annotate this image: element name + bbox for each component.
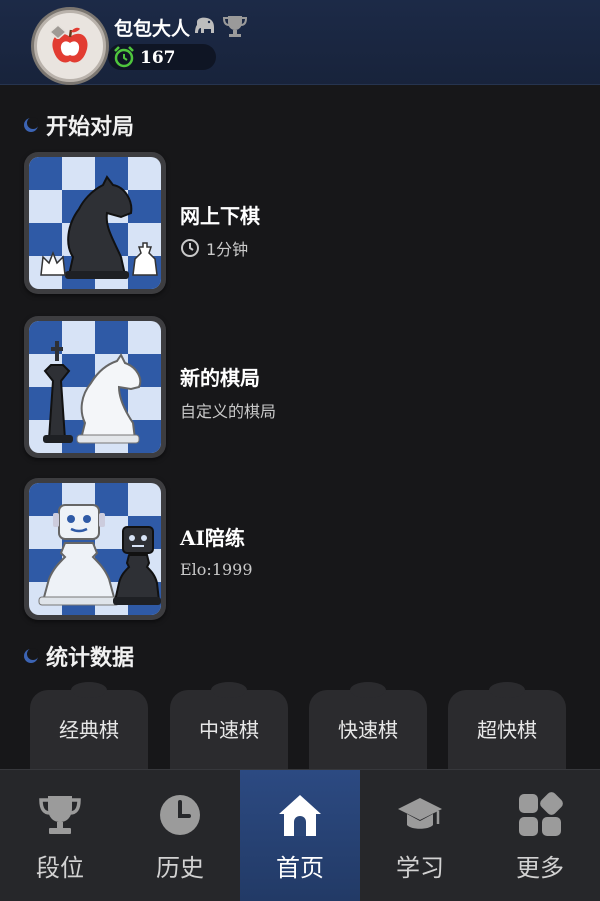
bottom-tab-bar: 段位 历史 首页 学习 更多: [0, 769, 600, 901]
section-stats-header: 统计数据: [22, 641, 134, 671]
king-knight-icon: [29, 321, 161, 453]
clock-icon: [181, 239, 199, 257]
alarm-clock-icon: [114, 46, 134, 68]
mode-ai-tile[interactable]: [24, 478, 166, 620]
section-play-header: 开始对局: [22, 110, 134, 140]
tab-more-label: 更多: [516, 854, 564, 882]
tab-home-label: 首页: [276, 854, 324, 882]
tab-more[interactable]: 更多: [480, 770, 600, 901]
stat-label-bullet: 超快棋: [477, 718, 537, 742]
section-stats-title: 统计数据: [46, 646, 135, 671]
mode-new-game-subtitle: 自定义的棋局: [180, 402, 277, 421]
moon-bullet-icon: [24, 648, 39, 663]
section-play-title: 开始对局: [46, 115, 135, 140]
mode-online-tile[interactable]: [24, 152, 166, 294]
elephant-icon: [195, 17, 214, 33]
rating-value: 167: [140, 48, 176, 68]
stat-label-rapid: 中速棋: [199, 718, 259, 742]
tab-rank[interactable]: 段位: [0, 770, 120, 901]
robot-pawn-icon: [29, 483, 161, 615]
mode-ai-title[interactable]: AI陪练: [180, 522, 245, 551]
graduation-cap-icon: [398, 798, 442, 829]
tab-home[interactable]: 首页: [240, 770, 360, 901]
tab-history[interactable]: 历史: [120, 770, 240, 901]
clock-icon: [160, 795, 200, 835]
mode-ai-subtitle: Elo:1999: [180, 560, 253, 579]
knight-online-icon: [29, 157, 161, 289]
mode-online-title[interactable]: 网上下棋: [180, 200, 260, 229]
home-icon: [279, 795, 321, 836]
stat-label-blitz: 快速棋: [338, 718, 398, 742]
mode-new-game-tile[interactable]: [24, 316, 166, 458]
mode-new-game-title[interactable]: 新的棋局: [180, 362, 260, 391]
moon-bullet-icon: [24, 117, 39, 132]
tab-rank-label: 段位: [36, 854, 84, 882]
rank-badge-icon: [50, 25, 66, 39]
tab-history-label: 历史: [156, 854, 204, 882]
trophy-icon: [39, 796, 81, 834]
mode-online-time: 1分钟: [206, 240, 249, 259]
trophy-icon[interactable]: [222, 13, 248, 39]
mode-online-subtitle: 1分钟: [180, 236, 248, 260]
stat-label-classic: 经典棋: [59, 718, 119, 742]
tab-learn[interactable]: 学习: [360, 770, 480, 901]
avatar[interactable]: [34, 10, 106, 82]
tab-learn-label: 学习: [396, 854, 444, 882]
profile-header: 包包大人 167: [0, 0, 600, 85]
grid-icon: [519, 792, 563, 836]
username: 包包大人: [114, 18, 191, 40]
